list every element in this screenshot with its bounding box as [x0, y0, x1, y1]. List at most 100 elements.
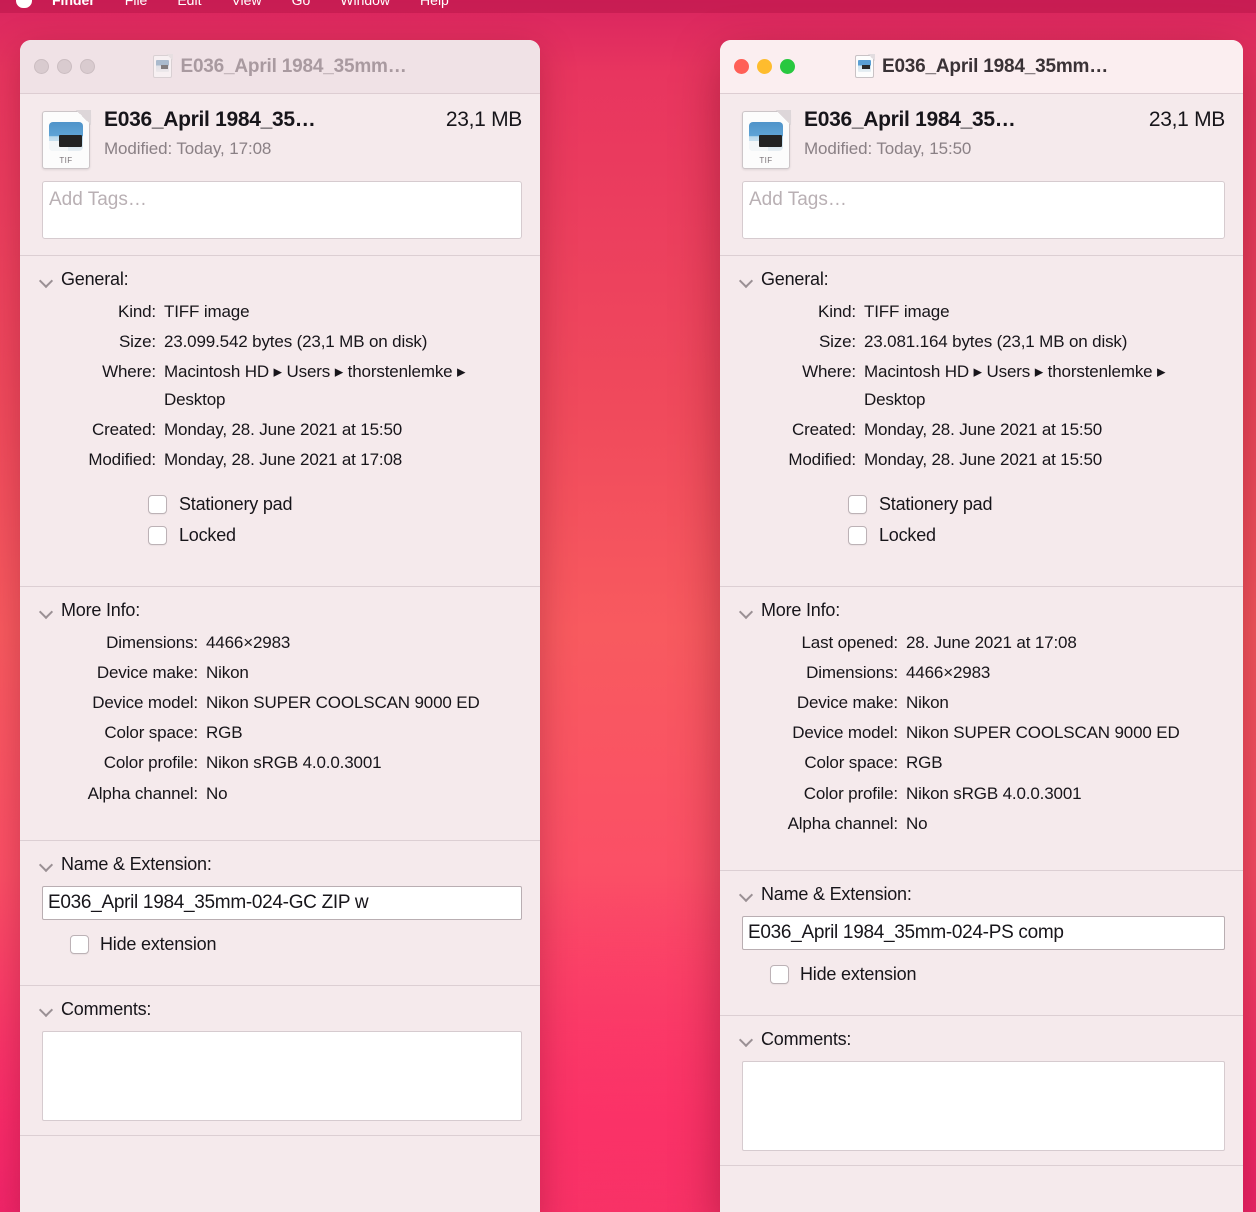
- section-header-general[interactable]: General:: [20, 256, 540, 298]
- section-title-comments: Comments:: [61, 998, 152, 1019]
- traffic-light-min[interactable]: [57, 59, 72, 74]
- checkbox-stationery-pad[interactable]: [148, 495, 167, 515]
- chevron-down-icon[interactable]: [40, 274, 52, 286]
- more-info-key: Alpha channel:: [787, 813, 899, 833]
- menu-item-view[interactable]: View: [231, 0, 261, 8]
- tiff-document-icon: TIF: [42, 110, 91, 169]
- hide-extension-row[interactable]: Hide extension: [720, 950, 1243, 999]
- section-comments: Comments:: [720, 1016, 1243, 1192]
- more-info-key: Color profile:: [103, 753, 198, 773]
- get-info-window-right[interactable]: E036_April 1984_35mm… TIF E036_April 1984_…: [720, 40, 1243, 1212]
- checkbox-row[interactable]: Stationery pad: [720, 494, 1243, 515]
- more-info-row: Color profile: Nikon sRGB 4.0.0.3001: [720, 780, 1229, 808]
- section-title-name-extension: Name & Extension:: [61, 853, 212, 874]
- traffic-light-close[interactable]: [734, 59, 749, 74]
- section-header-name-extension[interactable]: Name & Extension:: [720, 871, 1243, 913]
- window-title: E036_April 1984_35mm…: [881, 55, 1109, 77]
- section-header-more-info[interactable]: More Info:: [20, 587, 540, 629]
- file-size-heading: 23,1 MB: [1148, 108, 1225, 131]
- menu-item-help[interactable]: Help: [420, 0, 449, 8]
- comments-textarea[interactable]: [742, 1060, 1225, 1151]
- section-header-general[interactable]: General:: [720, 256, 1243, 298]
- traffic-light-close[interactable]: [34, 59, 49, 74]
- traffic-light-min[interactable]: [757, 59, 772, 74]
- file-header: TIF E036_April 1984_35… 23,1 MB Modified: T…: [20, 94, 540, 179]
- more-info-key: Color space:: [104, 723, 198, 743]
- traffic-light-max[interactable]: [80, 59, 95, 74]
- checkbox-locked[interactable]: [148, 526, 167, 546]
- hide-extension-label: Hide extension: [100, 933, 217, 954]
- file-modified-subtitle: Modified: Today, 15:50: [804, 139, 972, 158]
- general-info-key: Size:: [818, 332, 856, 352]
- filename-input[interactable]: [48, 891, 516, 914]
- chevron-down-icon[interactable]: [40, 605, 52, 617]
- menu-item-window[interactable]: Window: [340, 0, 390, 8]
- get-info-window-left[interactable]: E036_April 1984_35mm… TIF E036_April 1984_…: [20, 40, 540, 1212]
- section-open-with-clipped: [20, 1136, 540, 1162]
- general-info-row: Where: Macintosh HD ▸ Users ▸ thorstenlem…: [20, 358, 526, 414]
- menu-item-go[interactable]: Go: [292, 0, 311, 8]
- checkbox-hide-extension[interactable]: [770, 964, 789, 984]
- section-name-extension: Name & Extension: Hide extension: [20, 841, 540, 969]
- chevron-down-icon[interactable]: [40, 858, 52, 870]
- section-header-more-info[interactable]: More Info:: [720, 587, 1243, 629]
- more-info-value: Nikon: [206, 663, 249, 683]
- section-header-comments[interactable]: Comments:: [720, 1016, 1243, 1058]
- general-info-key: Kind:: [118, 302, 156, 321]
- hide-extension-row[interactable]: Hide extension: [20, 920, 540, 969]
- more-info-key: Dimensions:: [106, 633, 198, 653]
- general-info-key: Where:: [802, 362, 856, 382]
- traffic-lights: [734, 59, 795, 74]
- tags-input[interactable]: Add Tags…: [42, 181, 522, 239]
- chevron-down-icon[interactable]: [740, 274, 752, 286]
- file-name-heading: E036_April 1984_35…: [104, 108, 316, 131]
- section-header-comments[interactable]: Comments:: [20, 986, 540, 1028]
- checkbox-row[interactable]: Locked: [720, 525, 1243, 546]
- traffic-light-max[interactable]: [780, 59, 795, 74]
- general-info-row: Created: Monday, 28. June 2021 at 15:50: [720, 416, 1229, 444]
- general-info-row: Modified: Monday, 28. June 2021 at 17:08: [20, 446, 526, 474]
- section-header-name-extension[interactable]: Name & Extension:: [20, 841, 540, 883]
- tags-placeholder: Add Tags…: [49, 189, 147, 210]
- chevron-down-icon[interactable]: [740, 888, 752, 900]
- checkbox-label: Locked: [879, 525, 936, 546]
- menu-item-file[interactable]: File: [125, 0, 148, 8]
- general-checkboxes: Stationery pad Locked: [20, 476, 540, 570]
- general-info-value: TIFF image: [164, 302, 250, 321]
- more-info-key: Device make:: [796, 693, 898, 713]
- filename-input[interactable]: [748, 921, 1219, 944]
- checkbox-stationery-pad[interactable]: [848, 495, 867, 515]
- menu-item-finder[interactable]: Finder: [52, 0, 95, 8]
- checkbox-hide-extension[interactable]: [70, 934, 89, 954]
- checkbox-row[interactable]: Stationery pad: [20, 494, 540, 515]
- more-info-value: No: [906, 813, 928, 833]
- more-info-key: Last opened:: [801, 633, 898, 653]
- more-info-value: Nikon SUPER COOLSCAN 9000 ED: [206, 693, 480, 713]
- checkbox-row[interactable]: Locked: [20, 525, 540, 546]
- chevron-down-icon[interactable]: [740, 1033, 752, 1045]
- window-titlebar[interactable]: E036_April 1984_35mm…: [720, 40, 1243, 94]
- window-title: E036_April 1984_35mm…: [180, 55, 407, 77]
- general-info-row: Modified: Monday, 28. June 2021 at 15:50: [720, 446, 1229, 474]
- window-content: TIF E036_April 1984_35… 23,1 MB Modified: T…: [20, 94, 540, 1162]
- more-info-value: RGB: [206, 723, 243, 743]
- more-info-row: Last opened: 28. June 2021 at 17:08: [720, 629, 1229, 657]
- more-info-key: Alpha channel:: [87, 783, 199, 803]
- chevron-down-icon[interactable]: [740, 605, 752, 617]
- menu-item-edit[interactable]: Edit: [177, 0, 201, 8]
- window-content: TIF E036_April 1984_35… 23,1 MB Modified: T…: [720, 94, 1243, 1192]
- apple-menu-icon[interactable]: [16, 0, 32, 8]
- file-type-icon: [153, 54, 174, 78]
- general-info-row: Created: Monday, 28. June 2021 at 15:50: [20, 416, 526, 444]
- comments-textarea[interactable]: [42, 1030, 522, 1121]
- file-size-heading: 23,1 MB: [445, 108, 522, 131]
- checkbox-locked[interactable]: [848, 526, 867, 546]
- window-title-group: E036_April 1984_35mm…: [20, 40, 540, 93]
- checkbox-label: Locked: [179, 525, 236, 546]
- window-titlebar[interactable]: E036_April 1984_35mm…: [20, 40, 540, 94]
- chevron-down-icon[interactable]: [40, 1003, 52, 1015]
- section-title-more-info: More Info:: [761, 600, 841, 621]
- general-info-value: Monday, 28. June 2021 at 17:08: [164, 450, 403, 470]
- tags-input[interactable]: Add Tags…: [742, 181, 1225, 239]
- more-info-value: RGB: [906, 753, 943, 773]
